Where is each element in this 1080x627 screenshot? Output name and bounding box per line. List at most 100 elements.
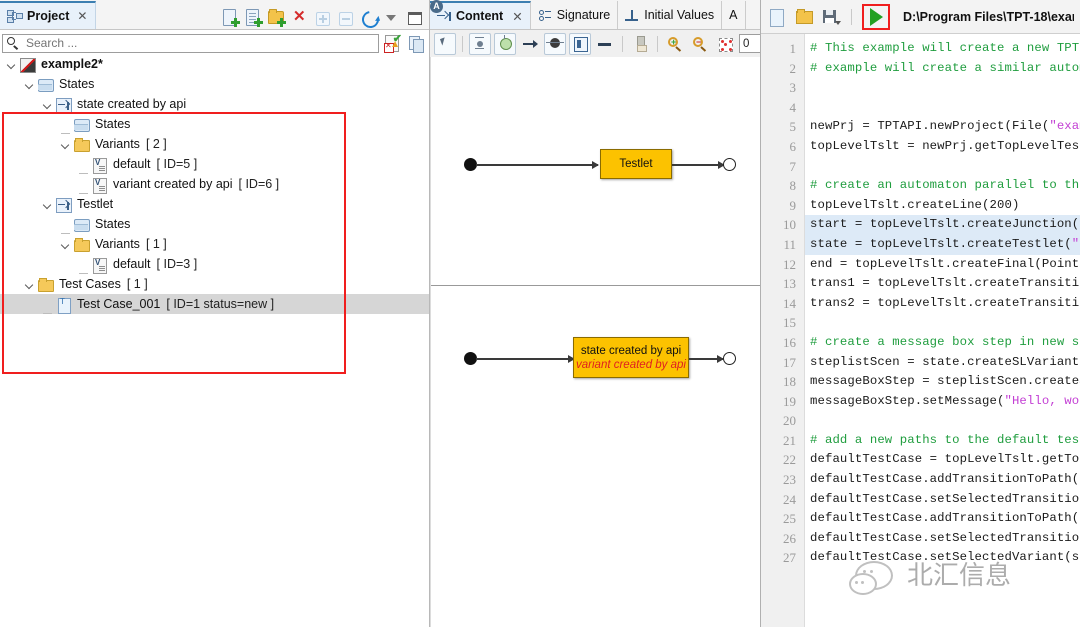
final-node-2[interactable] [723, 352, 736, 365]
code-line[interactable]: defaultTestCase.setSelectedVariant(stat [805, 548, 1080, 568]
close-icon[interactable]: ✕ [512, 9, 522, 24]
expand-collapse-icon[interactable] [24, 79, 35, 90]
tree-item-variants[interactable]: Variants [ 2 ] [0, 134, 429, 154]
code-line[interactable]: defaultTestCase.setSelectedTransitionSpe [805, 490, 1080, 510]
view-menu-icon[interactable] [383, 9, 400, 26]
code-line[interactable]: messageBoxStep.setMessage("Hello, world [805, 392, 1080, 412]
transition-tool-icon[interactable] [519, 33, 541, 55]
expand-all-icon[interactable] [314, 9, 331, 26]
code-line[interactable]: # add a new paths to the default test c [805, 431, 1080, 451]
line-tool-icon[interactable] [594, 33, 616, 55]
code-line[interactable]: defaultTestCase.addTransitionToPath(tra [805, 470, 1080, 490]
tree-item-state-created-by-api[interactable]: state created by api [0, 94, 429, 114]
expand-collapse-icon[interactable] [6, 59, 17, 70]
search-input[interactable] [24, 35, 374, 51]
new-folder-icon[interactable] [268, 9, 286, 27]
tree-item-testlet[interactable]: Testlet [0, 194, 429, 214]
diagram-canvas[interactable]: Testlet state created by api variant cre… [430, 57, 760, 627]
transition-edge-3[interactable] [476, 355, 575, 363]
junction-tool-icon[interactable] [469, 32, 491, 55]
code-line[interactable]: state = topLevelTslt.createTestlet("sta [805, 234, 1080, 255]
transition-edge-4[interactable] [689, 355, 724, 363]
tree-item-states[interactable]: States [0, 74, 429, 94]
select-tool-icon[interactable] [434, 32, 456, 55]
save-icon[interactable] [821, 7, 841, 27]
code-line-text: # add a new paths to the default test c [810, 432, 1080, 447]
tab-project[interactable]: Project ✕ [0, 1, 97, 29]
code-area[interactable]: 1 2 3 4 5 6 7 8 9 10 11 12 13 14 15 16 17 18 19 20 21 22 23 24 2… [761, 34, 1080, 627]
new-file-icon[interactable] [222, 9, 240, 27]
code-line[interactable]: messageBoxStep = steplistScen.createStep [805, 372, 1080, 392]
code-line[interactable]: trans2 = topLevelTslt.createTransition(s [805, 294, 1080, 314]
code-line[interactable] [805, 98, 1080, 118]
code-line[interactable]: newPrj = TPTAPI.newProject(File("exampl [805, 117, 1080, 137]
zoom-out-icon[interactable]: − [689, 33, 711, 55]
tab-initial-values[interactable]: Initial Values [618, 1, 723, 29]
code-line[interactable]: # create a message box step in new stat [805, 333, 1080, 353]
run-play-icon[interactable] [862, 3, 890, 30]
tab-signature[interactable]: Signature [531, 1, 619, 29]
zoom-fit-icon[interactable] [714, 33, 736, 55]
tab-content[interactable]: Content ✕ [430, 1, 531, 29]
tree-item-variant-created-by-api[interactable]: variant created by api [ ID=6 ] [0, 174, 429, 194]
expand-collapse-icon[interactable] [42, 199, 53, 210]
zoom-in-icon[interactable]: + [664, 33, 686, 55]
project-tree[interactable]: example2* States state created by api State… [0, 54, 429, 596]
maximize-icon[interactable] [406, 9, 423, 26]
copy-reference-icon[interactable] [406, 34, 425, 53]
code-line[interactable] [805, 411, 1080, 431]
code-line[interactable]: # create an automaton parallel to the d [805, 176, 1080, 196]
tree-item-states[interactable]: States [0, 114, 429, 134]
line-number: 3 [789, 80, 797, 96]
transition-edge[interactable] [476, 161, 599, 169]
state-tool-icon[interactable] [494, 32, 516, 55]
tab-label: Signature [556, 8, 611, 22]
tree-item-test-cases[interactable]: Test Cases [ 1 ] [0, 274, 429, 294]
final-tool-icon[interactable] [544, 32, 566, 55]
code-line[interactable] [805, 78, 1080, 98]
expand-collapse-icon[interactable] [24, 279, 35, 290]
state-node-testlet[interactable]: Testlet [600, 149, 672, 179]
transition-edge-2[interactable] [672, 161, 725, 169]
tree-item-example2[interactable]: example2* [0, 54, 429, 74]
code-line[interactable] [805, 313, 1080, 333]
new-document-icon[interactable] [245, 9, 263, 27]
state-node-created-by-api[interactable]: state created by api variant created by … [573, 337, 689, 378]
code-line[interactable]: topLevelTslt.createLine(200) [805, 196, 1080, 216]
code-line[interactable]: steplistScen = state.createSLVariant("va [805, 353, 1080, 373]
code-line[interactable]: end = topLevelTslt.createFinal(Point(300 [805, 255, 1080, 275]
code-line[interactable]: start = topLevelTslt.createJunction(Poi [805, 215, 1080, 235]
textbox-tool-icon[interactable] [569, 32, 591, 55]
format-brush-icon[interactable] [629, 33, 651, 55]
delete-icon[interactable]: ✕ [291, 9, 308, 26]
code-line[interactable]: # example will create a similar automat [805, 59, 1080, 79]
new-script-icon[interactable] [767, 7, 787, 27]
refresh-icon[interactable] [358, 7, 383, 32]
code-line[interactable]: defaultTestCase.addTransitionToPath(tra [805, 509, 1080, 529]
code-line[interactable]: defaultTestCase.setSelectedTransitionSpe [805, 529, 1080, 549]
tree-item-test-case-001[interactable]: Test Case_001 [ ID=1 status=new ] [0, 294, 429, 314]
expand-collapse-icon[interactable] [42, 99, 53, 110]
collapse-all-icon[interactable] [337, 9, 354, 26]
code-line[interactable]: # This example will create a new TPT pr [805, 39, 1080, 59]
expand-collapse-icon[interactable] [60, 139, 71, 150]
line-number: 2 [789, 60, 797, 76]
final-node[interactable] [723, 158, 736, 171]
tree-item-states[interactable]: States [0, 214, 429, 234]
expand-collapse-icon[interactable] [60, 239, 71, 250]
code-line[interactable]: trans1 = topLevelTslt.createTransition(s [805, 274, 1080, 294]
code-text[interactable]: # This example will create a new TPT pr #… [805, 34, 1080, 627]
close-icon[interactable]: ✕ [77, 9, 87, 23]
validation-status-icon[interactable]: ✔▲ [383, 33, 402, 53]
code-line[interactable] [805, 157, 1080, 177]
code-line[interactable]: topLevelTslt = newPrj.getTopLevelTestl [805, 137, 1080, 157]
code-line[interactable]: defaultTestCase = topLevelTslt.getTopLev [805, 450, 1080, 470]
line-number: 20 [783, 413, 796, 429]
tree-item-variants[interactable]: Variants [ 1 ] [0, 234, 429, 254]
open-folder-icon[interactable] [794, 7, 814, 27]
toolbar-separator-2 [622, 35, 623, 52]
search-box[interactable] [2, 33, 379, 53]
tab-a[interactable]: AA [430, 0, 746, 29]
tree-item-default[interactable]: default [ ID=3 ] [0, 254, 429, 274]
tree-item-default[interactable]: default [ ID=5 ] [0, 154, 429, 174]
